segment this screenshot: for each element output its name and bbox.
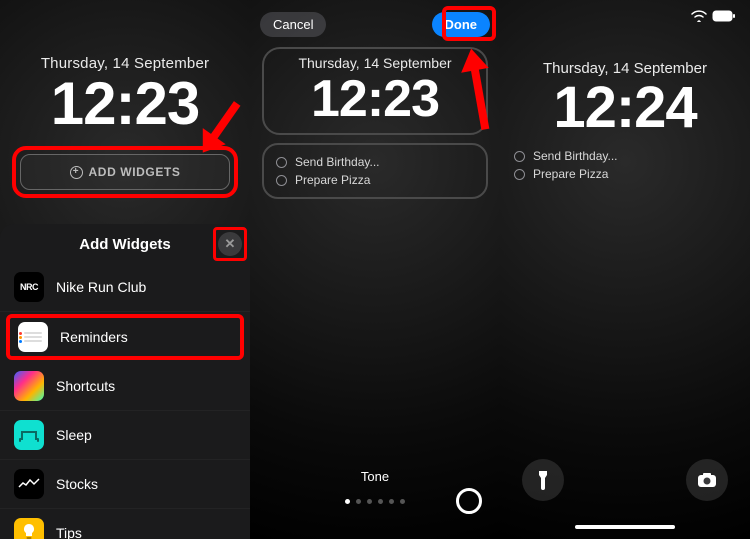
reminder-text: Prepare Pizza [295, 173, 370, 187]
status-bar [500, 0, 750, 22]
app-row-stocks[interactable]: Stocks [0, 460, 250, 509]
app-label: Reminders [60, 329, 128, 345]
reminder-item: Send Birthday... [514, 147, 736, 165]
checkbox-icon [276, 175, 287, 186]
lock-date: Thursday, 14 September [274, 55, 476, 71]
lock-time: 12:23 [274, 73, 476, 125]
app-label: Tips [56, 525, 82, 539]
app-row-shortcuts[interactable]: Shortcuts [0, 362, 250, 411]
app-row-sleep[interactable]: Sleep [0, 411, 250, 460]
wifi-icon [691, 10, 707, 22]
app-label: Stocks [56, 476, 98, 492]
reminder-text: Send Birthday... [295, 155, 380, 169]
camera-icon [697, 472, 717, 488]
page-dot [356, 499, 361, 504]
reminder-text: Prepare Pizza [533, 167, 608, 181]
highlight-box-done [442, 6, 496, 41]
reminder-item: Prepare Pizza [514, 165, 736, 183]
checkbox-icon [514, 151, 525, 162]
tips-icon [14, 518, 44, 539]
nike-run-club-icon: NRC [14, 272, 44, 302]
reminder-text: Send Birthday... [533, 149, 618, 163]
flashlight-icon [536, 469, 550, 491]
add-widgets-button[interactable]: + ADD WIDGETS [20, 154, 230, 190]
checkbox-icon [514, 169, 525, 180]
color-tone-label: Tone [250, 469, 500, 484]
sheet-title: Add Widgets ✕ [0, 224, 250, 263]
app-row-tips[interactable]: Tips [0, 509, 250, 539]
plus-icon: + [70, 166, 83, 179]
page-dot [400, 499, 405, 504]
reminder-item: Prepare Pizza [276, 171, 474, 189]
battery-icon [712, 10, 736, 22]
app-row-reminders[interactable]: Reminders [6, 314, 244, 360]
app-row-nike-run-club[interactable]: NRC Nike Run Club [0, 263, 250, 312]
page-dot [345, 499, 350, 504]
add-widgets-label: ADD WIDGETS [89, 165, 181, 179]
reminder-item: Send Birthday... [276, 153, 474, 171]
app-label: Nike Run Club [56, 279, 146, 295]
screen-2-editing: Cancel Done Thursday, 14 September 12:23… [250, 0, 500, 539]
home-indicator[interactable] [575, 525, 675, 529]
shutter-button[interactable] [456, 488, 482, 514]
lock-time: 12:24 [500, 79, 750, 137]
app-label: Sleep [56, 427, 92, 443]
screen-3-lockscreen: Thursday, 14 September 12:24 Send Birthd… [500, 0, 750, 539]
flashlight-button[interactable] [522, 459, 564, 501]
sleep-icon [14, 420, 44, 450]
add-widgets-sheet: Add Widgets ✕ NRC Nike Run Club Reminder… [0, 224, 250, 539]
page-dot [389, 499, 394, 504]
checkbox-icon [276, 157, 287, 168]
camera-button[interactable] [686, 459, 728, 501]
app-label: Shortcuts [56, 378, 115, 394]
reminders-widget[interactable]: Send Birthday... Prepare Pizza [514, 147, 736, 183]
cancel-button[interactable]: Cancel [260, 12, 326, 37]
page-dot [378, 499, 383, 504]
reminders-widget-frame[interactable]: Send Birthday... Prepare Pizza [262, 143, 488, 199]
screen-1-add-widgets: Thursday, 14 September 12:23 + ADD WIDGE… [0, 0, 250, 539]
reminders-icon [18, 322, 48, 352]
highlight-box-close [213, 227, 247, 261]
shortcuts-icon [14, 371, 44, 401]
stocks-icon [14, 469, 44, 499]
page-dot [367, 499, 372, 504]
